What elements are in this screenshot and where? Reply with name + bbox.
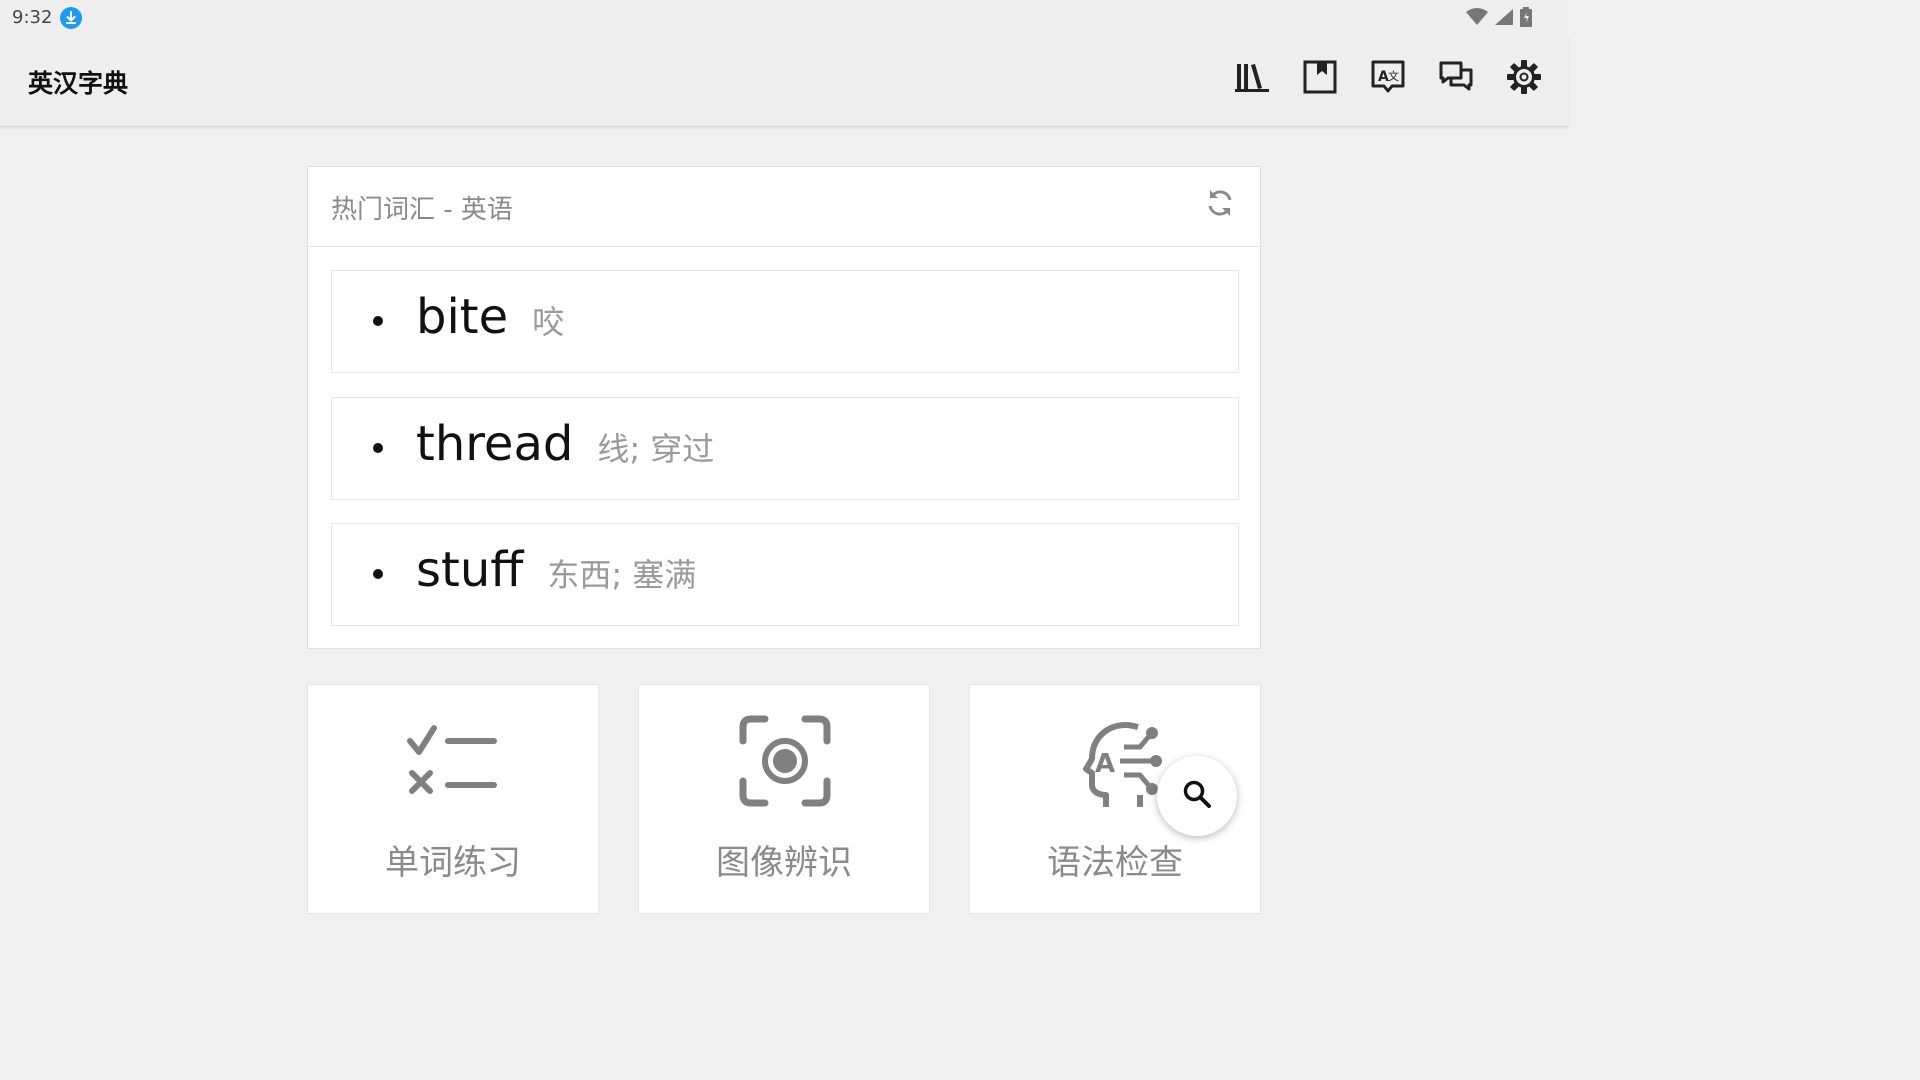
app-bar: 英汉字典 A 文 <box>0 36 1568 127</box>
word-meaning: 线; 穿过 <box>597 430 715 468</box>
feature-word-practice[interactable]: 单词练习 <box>307 684 599 914</box>
bookmark-icon <box>1302 59 1338 99</box>
word-meaning: 咬 <box>532 303 565 341</box>
camera-scan-icon <box>735 711 835 811</box>
word-item-stuff[interactable]: stuff 东西; 塞满 <box>331 523 1239 626</box>
search-fab[interactable] <box>1157 756 1237 836</box>
checklist-icon <box>404 711 504 811</box>
settings-button[interactable] <box>1506 59 1542 99</box>
bullet <box>373 443 383 453</box>
hot-words-title: 热门词汇 - 英语 <box>331 195 513 225</box>
status-time: 9:32 <box>12 7 53 28</box>
search-icon <box>1182 779 1212 813</box>
feature-label: 图像辨识 <box>716 843 852 883</box>
library-icon <box>1234 59 1270 99</box>
bullet <box>373 569 383 579</box>
download-icon <box>60 7 82 29</box>
chat-button[interactable] <box>1438 61 1474 97</box>
bookmarks-button[interactable] <box>1302 59 1338 99</box>
chat-icon <box>1438 59 1474 99</box>
ai-head-icon: A <box>1066 711 1166 811</box>
word-text: stuff <box>416 542 524 598</box>
app-title: 英汉字典 <box>28 69 129 98</box>
translate-button[interactable]: A 文 <box>1370 59 1406 99</box>
svg-text:A: A <box>1095 749 1115 779</box>
status-bar: 9:32 <box>0 0 1568 36</box>
signal-icon <box>1494 8 1514 30</box>
feature-label: 语法检查 <box>1047 843 1183 883</box>
hot-words-header: 热门词汇 - 英语 <box>308 167 1260 247</box>
settings-icon <box>1506 59 1542 99</box>
word-item-bite[interactable]: bite 咬 <box>331 270 1239 373</box>
word-text: thread <box>416 416 574 472</box>
hot-words-card: 热门词汇 - 英语 bite 咬 thread 线; 穿过 stuff 东西; … <box>307 166 1261 649</box>
svg-text:文: 文 <box>1388 69 1399 83</box>
refresh-button[interactable] <box>1202 187 1238 223</box>
feature-image-recognition[interactable]: 图像辨识 <box>638 684 930 914</box>
word-meaning: 东西; 塞满 <box>547 556 697 594</box>
wifi-icon <box>1466 8 1488 30</box>
word-text: bite <box>416 289 509 345</box>
refresh-icon <box>1204 187 1236 223</box>
feature-label: 单词练习 <box>385 843 521 883</box>
library-button[interactable] <box>1234 61 1270 97</box>
word-item-thread[interactable]: thread 线; 穿过 <box>331 397 1239 500</box>
bullet <box>373 316 383 326</box>
translate-icon: A 文 <box>1370 59 1406 99</box>
battery-icon <box>1520 7 1532 31</box>
app-actions: A 文 <box>1234 59 1542 99</box>
